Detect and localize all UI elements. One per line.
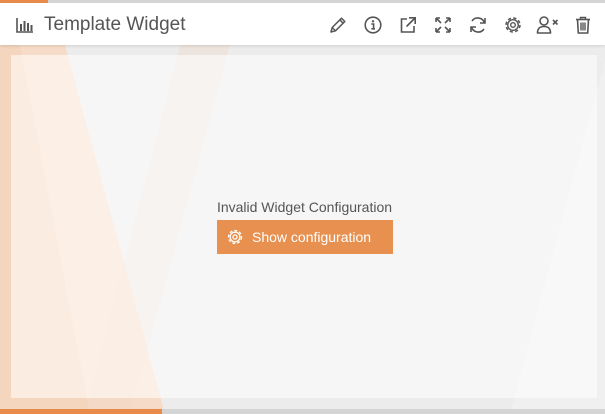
header-accent-bar	[0, 0, 48, 3]
info-circle-icon[interactable]	[361, 13, 385, 37]
gear-icon[interactable]	[501, 13, 525, 37]
expand-icon[interactable]	[431, 13, 455, 37]
gear-icon	[226, 228, 244, 246]
widget-title-group: Template Widget	[15, 12, 186, 38]
footer-bar	[0, 409, 605, 414]
user-remove-icon[interactable]	[536, 13, 560, 37]
widget-title: Template Widget	[44, 14, 186, 35]
pencil-icon[interactable]	[326, 13, 350, 37]
template-widget: Template Widget Invalid Widget Configura…	[0, 0, 605, 414]
widget-header: Template Widget	[0, 0, 605, 45]
external-link-icon[interactable]	[396, 13, 420, 37]
refresh-icon[interactable]	[466, 13, 490, 37]
show-configuration-label: Show configuration	[252, 229, 372, 245]
invalid-config-message: Invalid Widget Configuration	[216, 199, 393, 215]
trash-icon[interactable]	[571, 13, 595, 37]
widget-toolbar	[315, 12, 595, 38]
bar-chart-icon	[15, 16, 35, 34]
show-configuration-button[interactable]: Show configuration	[217, 220, 393, 254]
footer-accent-bar	[0, 409, 162, 414]
